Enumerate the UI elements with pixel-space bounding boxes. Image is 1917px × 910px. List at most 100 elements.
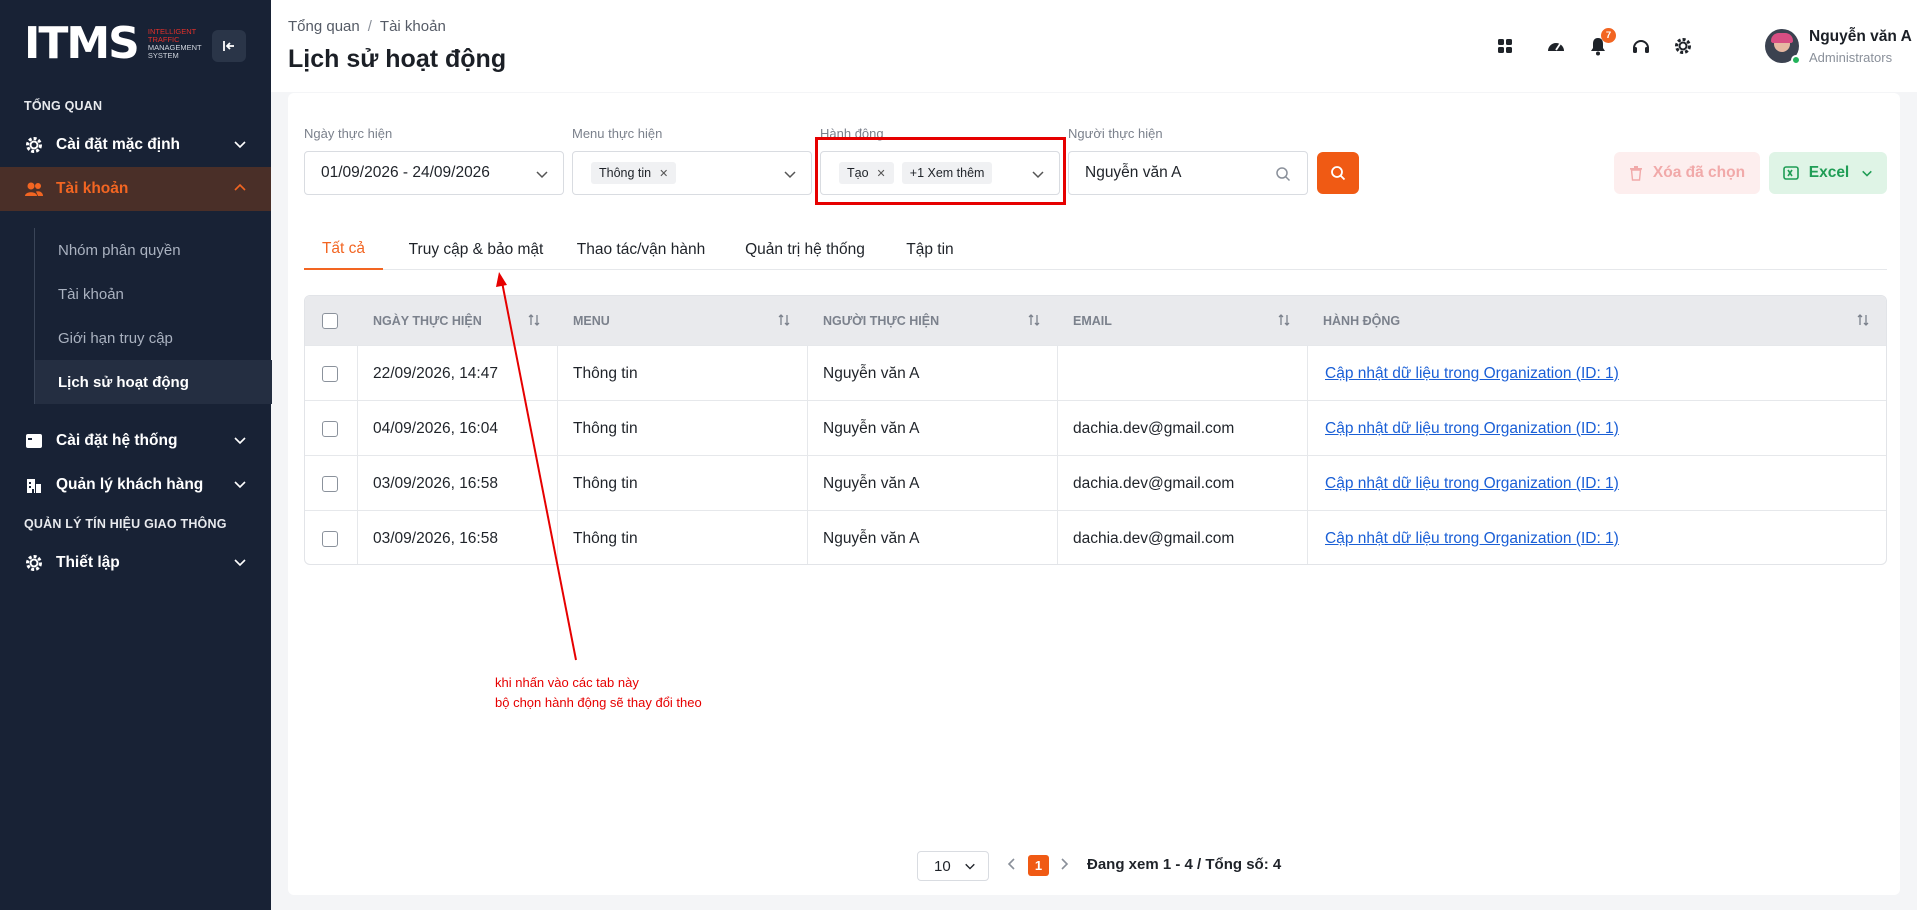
search-icon <box>1331 166 1346 181</box>
cell-date: 04/09/2026, 16:04 <box>373 419 498 437</box>
menu-select[interactable]: Thông tin ✕ <box>572 151 812 195</box>
sidebar-item-label: Quản lý khách hàng <box>56 476 204 493</box>
chevron-down-icon <box>234 141 246 149</box>
user-search-value: Nguyễn văn A <box>1085 164 1182 181</box>
sidebar-subitem-accounts[interactable]: Tài khoản <box>35 272 272 316</box>
headset-support-icon[interactable] <box>1629 34 1653 58</box>
row-checkbox[interactable] <box>322 401 338 456</box>
excel-icon <box>1782 166 1799 180</box>
logo[interactable]: ITMS Intelligent Traffic Management Syst… <box>24 22 202 66</box>
next-page-icon[interactable] <box>1057 856 1071 872</box>
current-page-button[interactable]: 1 <box>1028 855 1049 876</box>
tag-label: Thông tin <box>599 166 652 180</box>
column-header-action[interactable]: HÀNH ĐỘNG <box>1323 296 1400 345</box>
cell-action-link[interactable]: Cập nhật dữ liệu trong Organization (ID:… <box>1325 475 1619 493</box>
delete-selected-button[interactable]: Xóa đã chọn <box>1614 152 1760 194</box>
chevron-down-icon <box>234 437 246 445</box>
column-header-email[interactable]: EMAIL <box>1073 296 1112 345</box>
sidebar-item-setup[interactable]: Thiết lập <box>0 541 271 585</box>
sidebar-item-system-settings[interactable]: Cài đặt hệ thống <box>0 419 271 463</box>
cell-date: 22/09/2026, 14:47 <box>373 364 498 382</box>
cell-user: Nguyễn văn A <box>823 364 920 382</box>
sidebar-item-customers[interactable]: Quản lý khách hàng <box>0 463 271 507</box>
logo-mark: ITMS <box>24 22 140 66</box>
collapse-sidebar-button[interactable] <box>212 30 246 62</box>
cell-user: Nguyễn văn A <box>823 529 920 547</box>
tab-all[interactable]: Tất cả <box>304 230 383 270</box>
gear-icon <box>24 135 44 155</box>
apps-grid-icon[interactable] <box>1493 34 1517 58</box>
row-checkbox[interactable] <box>322 456 338 511</box>
search-icon <box>1276 167 1291 182</box>
menu-filter-label: Menu thực hiện <box>572 126 663 141</box>
notification-bell-icon[interactable]: 7 <box>1586 28 1616 58</box>
settings-gear-icon[interactable] <box>1671 34 1695 58</box>
user-filter-label: Người thực hiện <box>1068 126 1163 141</box>
checkbox-box <box>322 530 338 547</box>
avatar-hair <box>1771 33 1793 43</box>
sort-icon[interactable] <box>1856 313 1870 327</box>
nav-section-overview: TỔNG QUAN <box>24 99 103 113</box>
sort-icon[interactable] <box>1027 313 1041 327</box>
sidebar-subitem-activity-history[interactable]: Lịch sử hoạt động <box>35 360 272 404</box>
breadcrumb-item-overview[interactable]: Tổng quan <box>288 18 360 35</box>
prev-page-icon[interactable] <box>1005 856 1019 872</box>
logo-mark-text: ITMS <box>24 18 140 69</box>
chevron-down-icon <box>1862 170 1873 177</box>
user-role: Administrators <box>1809 50 1893 65</box>
cell-menu: Thông tin <box>573 419 638 437</box>
dashboard-gauge-icon[interactable] <box>1544 34 1568 58</box>
select-all-checkbox[interactable] <box>322 296 338 345</box>
annotation-line: khi nhấn vào các tab này <box>495 675 639 690</box>
cell-action-link[interactable]: Cập nhật dữ liệu trong Organization (ID:… <box>1325 365 1619 383</box>
sort-icon[interactable] <box>527 313 541 327</box>
breadcrumb-item-accounts[interactable]: Tài khoản <box>380 18 446 35</box>
pagination-info: Đang xem 1 - 4 / Tổng số: 4 <box>1087 856 1282 873</box>
column-header-date[interactable]: NGÀY THỰC HIỆN <box>373 296 482 345</box>
accounts-submenu: Nhóm phân quyền Tài khoản Giới hạn truy … <box>34 228 272 404</box>
sidebar-subitem-permission-groups[interactable]: Nhóm phân quyền <box>35 228 272 272</box>
table-row[interactable]: 04/09/2026, 16:04 Thông tin Nguyễn văn A… <box>305 400 1886 455</box>
sidebar-item-label: Cài đặt hệ thống <box>56 432 178 449</box>
date-range-value: 01/09/2026 - 24/09/2026 <box>321 164 490 181</box>
tab-system-admin[interactable]: Quản trị hệ thống <box>732 230 878 270</box>
activity-table: NGÀY THỰC HIỆN MENU NGƯỜI THỰC HIỆN EMAI… <box>304 295 1887 565</box>
cell-action-link[interactable]: Cập nhật dữ liệu trong Organization (ID:… <box>1325 530 1619 548</box>
excel-export-button[interactable]: Excel <box>1769 152 1887 194</box>
search-button[interactable] <box>1317 152 1359 194</box>
tag-close-icon[interactable]: ✕ <box>659 167 668 180</box>
row-checkbox[interactable] <box>322 346 338 401</box>
sort-icon[interactable] <box>1277 313 1291 327</box>
table-row[interactable]: 03/09/2026, 16:58 Thông tin Nguyễn văn A… <box>305 455 1886 510</box>
tab-files[interactable]: Tập tin <box>892 230 968 270</box>
column-header-user[interactable]: NGƯỜI THỰC HIỆN <box>823 296 939 345</box>
logo-sub-line: System <box>147 51 179 60</box>
sidebar-item-default-settings[interactable]: Cài đặt mặc định <box>0 123 271 167</box>
row-checkbox[interactable] <box>322 511 338 564</box>
delete-selected-label: Xóa đã chọn <box>1652 164 1746 181</box>
user-search-input[interactable]: Nguyễn văn A <box>1068 151 1308 195</box>
sort-icon[interactable] <box>777 313 791 327</box>
cell-user: Nguyễn văn A <box>823 474 920 492</box>
header: Tổng quan / Tài khoản Lịch sử hoạt động 7 … <box>271 0 1917 92</box>
column-header-menu[interactable]: MENU <box>573 296 610 345</box>
logo-subtitle: Intelligent Traffic Management System <box>148 28 202 60</box>
annotation-note: khi nhấn vào các tab này bộ chọn hành độ… <box>495 673 702 713</box>
date-range-picker[interactable]: 01/09/2026 - 24/09/2026 <box>304 151 564 195</box>
tab-operations[interactable]: Thao tác/vận hành <box>566 230 716 270</box>
cell-email: dachia.dev@gmail.com <box>1073 529 1235 547</box>
building-icon <box>24 475 44 495</box>
cell-menu: Thông tin <box>573 364 638 382</box>
table-row[interactable]: 03/09/2026, 16:58 Thông tin Nguyễn văn A… <box>305 510 1886 564</box>
page-size-select[interactable]: 10 <box>917 851 989 881</box>
user-name[interactable]: Nguyễn văn A <box>1809 28 1912 46</box>
sidebar-item-label: Thiết lập <box>56 554 120 571</box>
sidebar-subitem-access-limits[interactable]: Giới hạn truy cập <box>35 316 272 360</box>
sidebar-item-accounts[interactable]: Tài khoản <box>0 167 271 211</box>
chevron-down-icon <box>784 171 796 179</box>
table-row[interactable]: 22/09/2026, 14:47 Thông tin Nguyễn văn A… <box>305 345 1886 400</box>
cell-action-link[interactable]: Cập nhật dữ liệu trong Organization (ID:… <box>1325 420 1619 438</box>
tab-access-security[interactable]: Truy cập & bảo mật <box>399 230 553 270</box>
cell-date: 03/09/2026, 16:58 <box>373 474 498 492</box>
cell-email: dachia.dev@gmail.com <box>1073 419 1235 437</box>
